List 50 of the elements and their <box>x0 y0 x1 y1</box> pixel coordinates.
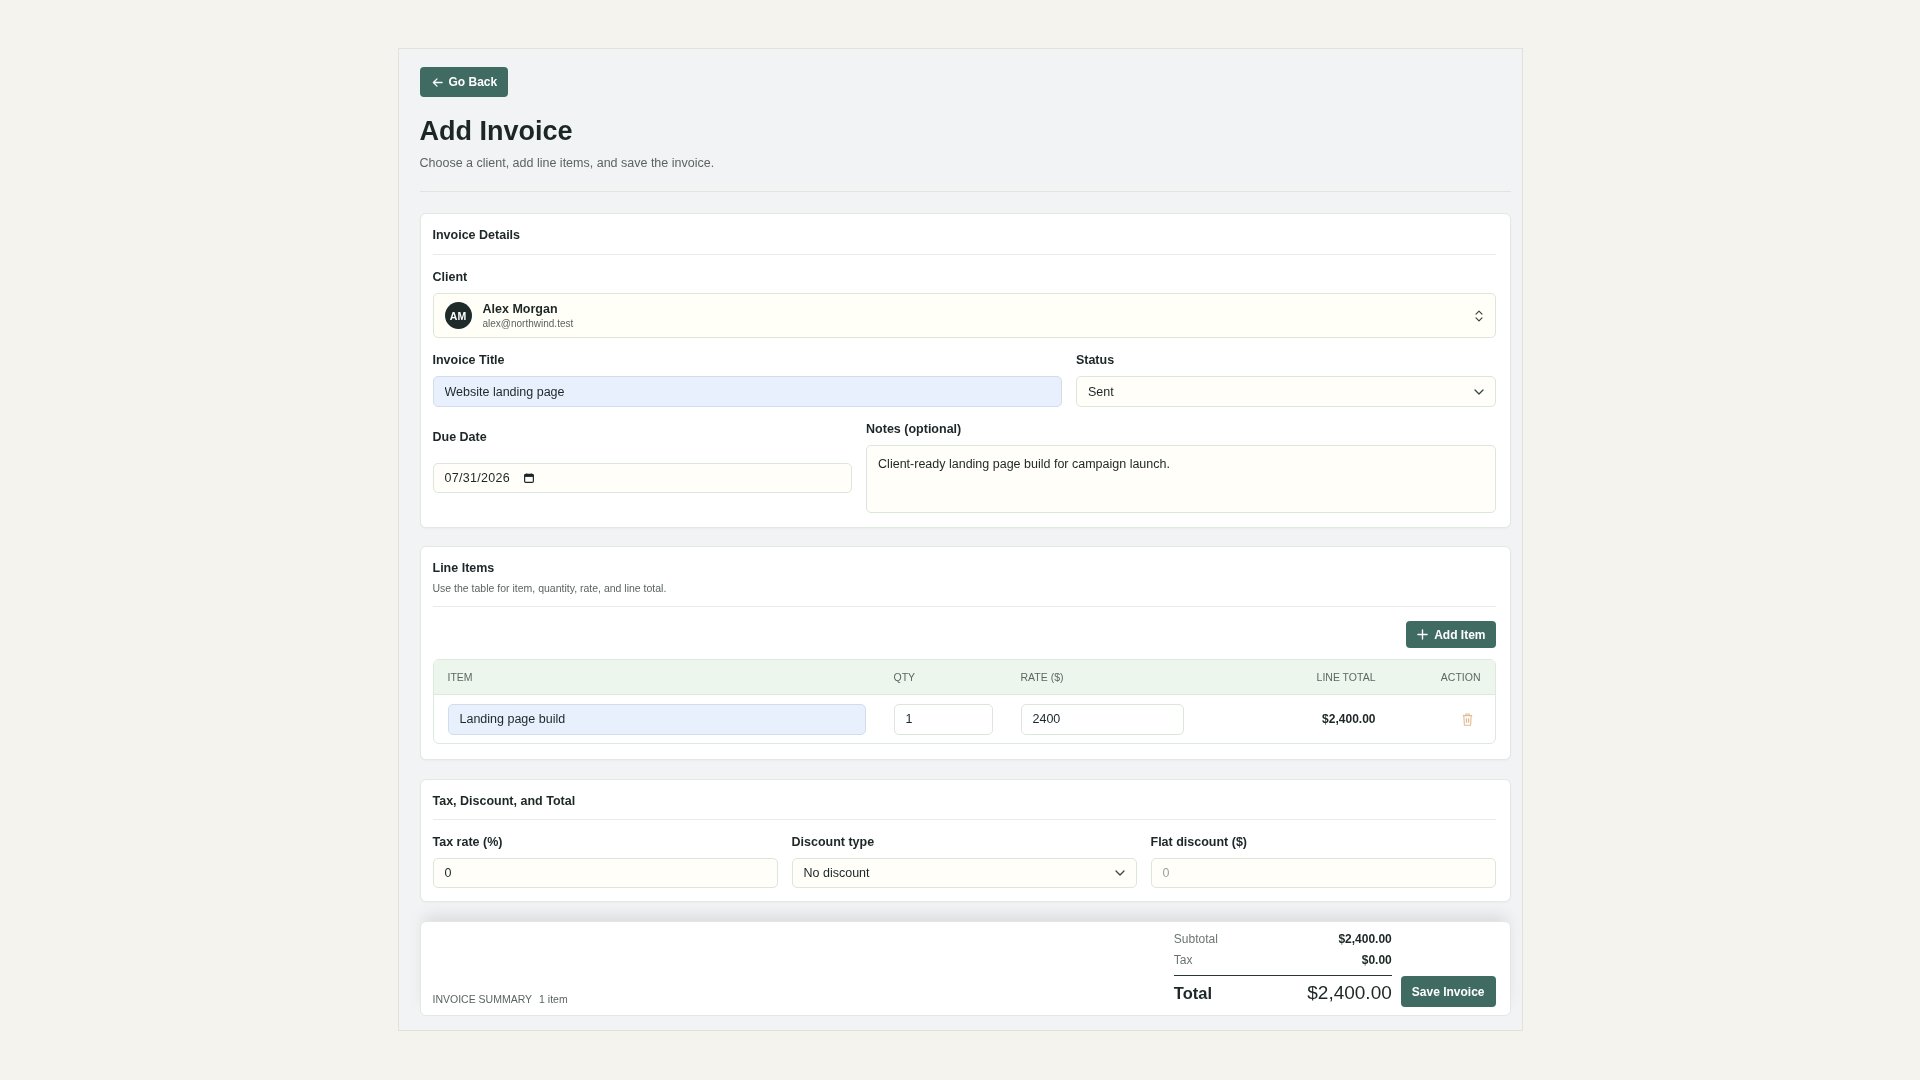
rate-field[interactable]: 2400 <box>1020 703 1184 735</box>
field-label: Status <box>1075 352 1116 368</box>
sort-chevrons-icon <box>1474 309 1483 322</box>
field-label: Flat discount ($) <box>1150 834 1249 850</box>
invoice-title-field[interactable]: Website landing page <box>432 376 1062 407</box>
summary-row-value: $0.00 <box>1361 952 1392 967</box>
column-header: RATE ($) <box>1020 670 1065 684</box>
client-select[interactable]: AM Alex Morgan alex@northwind.test <box>432 293 1496 338</box>
total-value: $2,400.00 <box>1307 982 1392 1004</box>
line-total: $2,400.00 <box>1321 712 1376 726</box>
section-title: Invoice Details <box>432 227 522 243</box>
input-field[interactable]: 0 <box>432 858 778 888</box>
page-subtitle: Choose a client, add line items, and save the invoice. <box>419 155 716 172</box>
section-title: Line Items <box>432 560 496 576</box>
select-dropdown[interactable]: No discount <box>791 858 1137 888</box>
avatar: AM <box>444 302 472 329</box>
input-field[interactable]: 0 <box>1150 858 1496 888</box>
trash-icon <box>1461 712 1473 726</box>
field-label: Tax rate (%) <box>432 834 504 850</box>
item-count: 1 item <box>539 992 568 1006</box>
field-label: Discount type <box>791 834 876 850</box>
save-invoice-button[interactable]: Save Invoice <box>1400 976 1496 1007</box>
go-back-button[interactable]: Go Back <box>419 67 509 97</box>
item-name-field[interactable]: Landing page build <box>447 703 866 735</box>
field-label: Client <box>432 269 469 285</box>
field-label: Invoice Title <box>432 352 506 368</box>
page-title: Add Invoice <box>419 115 574 148</box>
column-header: ITEM <box>447 670 474 684</box>
column-header: ACTION <box>1439 670 1481 684</box>
summary-row-value: $2,400.00 <box>1338 931 1392 946</box>
summary-row-label: Tax <box>1173 952 1193 967</box>
quantity-field[interactable]: 1 <box>893 703 993 735</box>
arrow-left-icon <box>431 76 443 88</box>
field-label: Notes (optional) <box>866 421 963 437</box>
summary-row-label: Subtotal <box>1173 931 1218 946</box>
section-title: Tax, Discount, and Total <box>432 793 577 809</box>
add-item-button[interactable]: Add Item <box>1406 621 1496 648</box>
section-subtitle: Use the table for item, quantity, rate, and line total. <box>432 581 668 595</box>
chevron-down-icon <box>1114 870 1125 876</box>
plus-icon <box>1417 629 1429 640</box>
chevron-down-icon <box>1473 388 1484 395</box>
field-label: Due Date <box>432 429 488 445</box>
summary-label: INVOICE SUMMARY <box>432 992 533 1006</box>
column-header: LINE TOTAL <box>1315 670 1376 684</box>
date-field[interactable]: 07/31/2026 <box>432 463 853 493</box>
status-select[interactable]: Sent <box>1075 376 1496 407</box>
column-header: QTY <box>893 670 917 684</box>
notes-field[interactable]: Client-ready landing page build for campaign launch. <box>866 445 1496 513</box>
calendar-icon <box>524 473 535 483</box>
total-label: Total <box>1173 983 1212 1003</box>
